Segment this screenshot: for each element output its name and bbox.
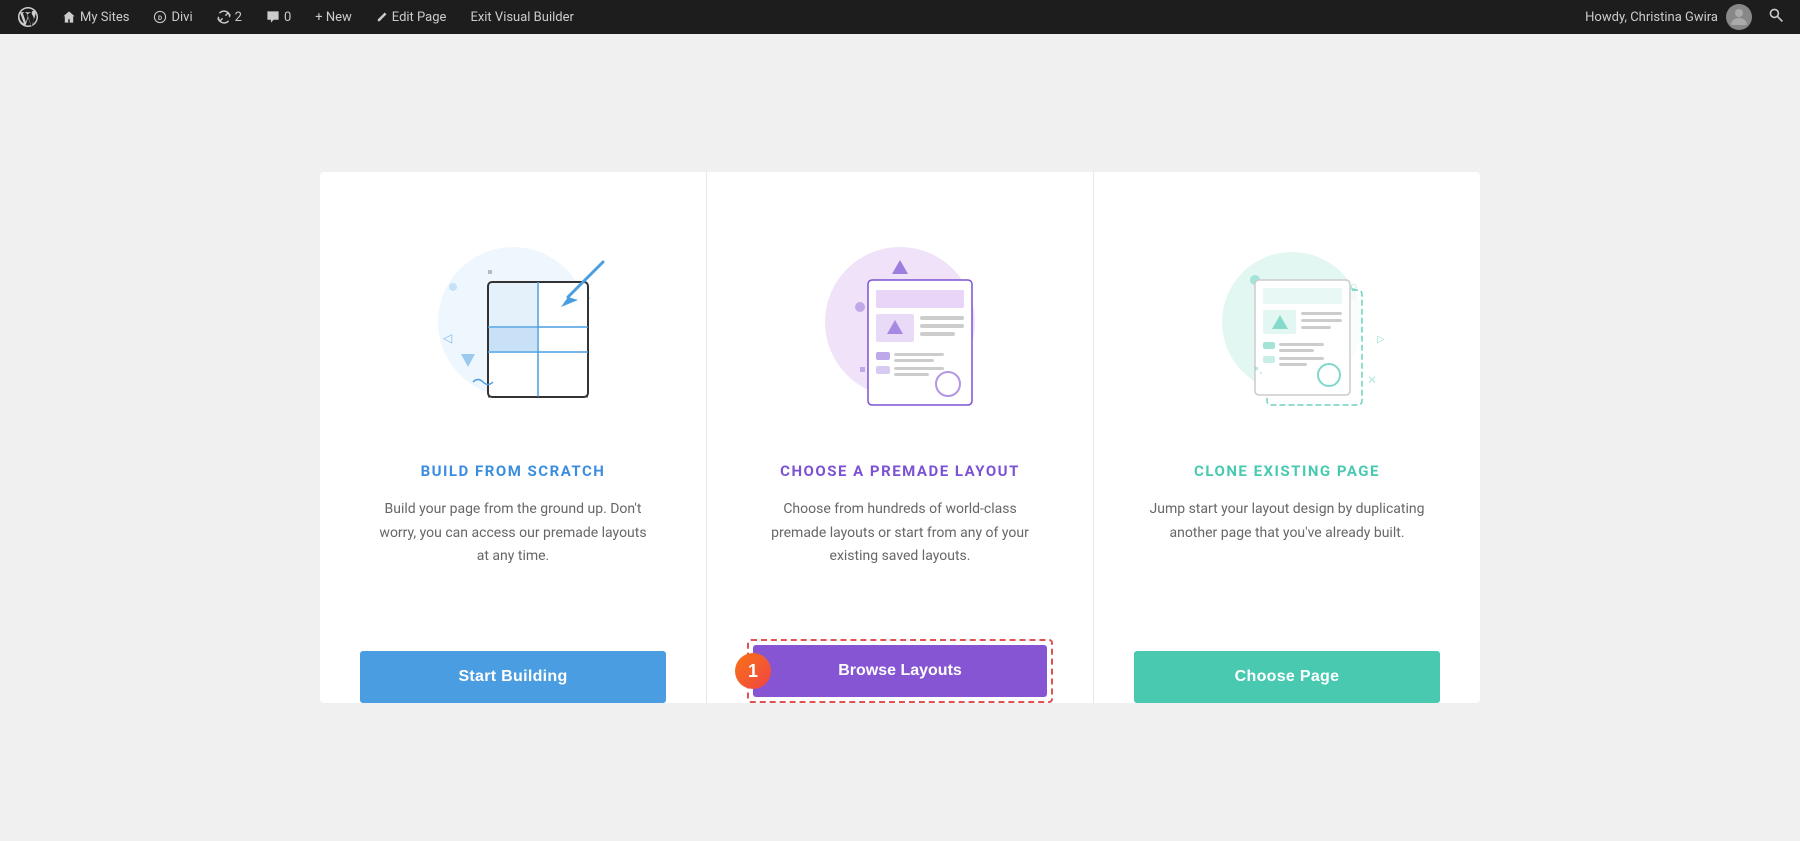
scratch-card: ◇ ✕ ◁ bbox=[320, 172, 707, 703]
scratch-illustration: ◇ ✕ ◁ bbox=[393, 212, 633, 432]
search-button[interactable] bbox=[1760, 7, 1792, 27]
divi-icon: D bbox=[153, 10, 167, 24]
premade-footer: 1 Browse Layouts bbox=[747, 609, 1053, 703]
badge-number: 1 bbox=[735, 653, 771, 689]
updates-item[interactable]: 2 bbox=[207, 0, 252, 34]
main-content: ◇ ✕ ◁ bbox=[0, 34, 1800, 841]
edit-page-item[interactable]: Edit Page bbox=[366, 0, 457, 34]
comments-label: 0 bbox=[284, 10, 291, 25]
wordpress-icon bbox=[18, 7, 38, 27]
exit-builder-item[interactable]: Exit Visual Builder bbox=[460, 0, 583, 34]
svg-text:◁: ◁ bbox=[443, 331, 453, 345]
clone-footer: Choose Page bbox=[1134, 621, 1440, 703]
cards-container: ◇ ✕ ◁ bbox=[320, 172, 1480, 703]
divi-item[interactable]: D Divi bbox=[143, 0, 202, 34]
new-label: + New bbox=[315, 10, 352, 25]
avatar bbox=[1726, 4, 1752, 30]
home-icon bbox=[62, 10, 76, 24]
premade-card: ✕ bbox=[707, 172, 1094, 703]
svg-text:✕: ✕ bbox=[1367, 373, 1377, 387]
admin-bar-right: Howdy, Christina Gwira bbox=[1585, 4, 1792, 30]
user-greeting: Howdy, Christina Gwira bbox=[1585, 10, 1718, 25]
divi-label: Divi bbox=[171, 10, 192, 25]
edit-icon bbox=[376, 11, 388, 23]
sync-icon bbox=[217, 10, 231, 24]
admin-bar: My Sites D Divi 2 0 + New Edit Page Exit… bbox=[0, 0, 1800, 34]
my-sites-item[interactable]: My Sites bbox=[52, 0, 139, 34]
scratch-description: Build your page from the ground up. Don'… bbox=[373, 498, 653, 581]
search-icon bbox=[1768, 7, 1784, 23]
start-building-button[interactable]: Start Building bbox=[360, 651, 666, 703]
exit-builder-label: Exit Visual Builder bbox=[470, 10, 573, 25]
updates-label: 2 bbox=[235, 10, 242, 25]
my-sites-label: My Sites bbox=[80, 10, 129, 25]
browse-layouts-label: Browse Layouts bbox=[838, 662, 962, 680]
premade-illustration: ✕ bbox=[780, 212, 1020, 432]
avatar-image bbox=[1727, 5, 1751, 29]
clone-title: CLONE EXISTING PAGE bbox=[1194, 462, 1380, 480]
admin-bar-left: My Sites D Divi 2 0 + New Edit Page Exit… bbox=[8, 0, 1585, 34]
scratch-footer: Start Building bbox=[360, 621, 666, 703]
premade-description: Choose from hundreds of world-class prem… bbox=[760, 498, 1040, 569]
scratch-title: BUILD FROM SCRATCH bbox=[421, 462, 606, 480]
clone-illustration: ○ ▷ ✕ bbox=[1167, 212, 1407, 432]
browse-layouts-wrapper: 1 Browse Layouts bbox=[747, 639, 1053, 703]
clone-description: Jump start your layout design by duplica… bbox=[1147, 498, 1427, 581]
new-item[interactable]: + New bbox=[305, 0, 362, 34]
comment-icon bbox=[266, 10, 280, 24]
choose-page-button[interactable]: Choose Page bbox=[1134, 651, 1440, 703]
premade-title: CHOOSE A PREMADE LAYOUT bbox=[780, 462, 1020, 480]
clone-card: ○ ▷ ✕ bbox=[1094, 172, 1480, 703]
svg-text:▷: ▷ bbox=[1377, 334, 1385, 345]
wp-logo-item[interactable] bbox=[8, 0, 48, 34]
comments-item[interactable]: 0 bbox=[256, 0, 301, 34]
svg-text:D: D bbox=[158, 14, 162, 22]
browse-layouts-button[interactable]: 1 Browse Layouts bbox=[753, 645, 1047, 697]
edit-page-label: Edit Page bbox=[392, 10, 447, 25]
